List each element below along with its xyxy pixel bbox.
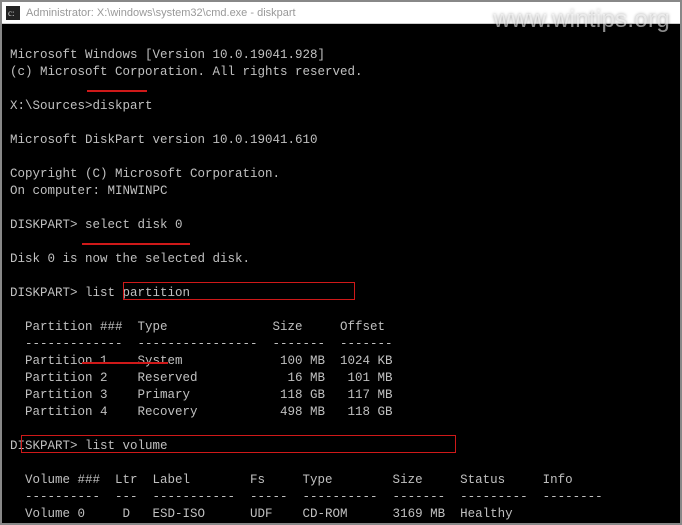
prompt-diskpart: DISKPART> — [10, 286, 85, 300]
partition-divider: ------------- ---------------- ------- -… — [10, 337, 393, 351]
table-row: Partition 3 Primary 118 GB 117 MB — [10, 388, 393, 402]
line-dpcopy: Copyright (C) Microsoft Corporation. — [10, 167, 280, 181]
cmd-select-disk: select disk 0 — [85, 218, 183, 232]
volume-header: Volume ### Ltr Label Fs Type Size Status… — [10, 473, 573, 487]
console-area[interactable]: Microsoft Windows [Version 10.0.19041.92… — [2, 24, 680, 523]
line-copyright: (c) Microsoft Corporation. All rights re… — [10, 65, 363, 79]
cmd-list-partition: list partition — [85, 286, 190, 300]
line-oncomputer: On computer: MINWINPC — [10, 184, 168, 198]
line-disk-selected: Disk 0 is now the selected disk. — [10, 252, 250, 266]
annotation-underline-listpartition — [82, 243, 190, 245]
annotation-underline-diskpart — [87, 90, 147, 92]
table-row: Partition 2 Reserved 16 MB 101 MB — [10, 371, 393, 385]
cmd-diskpart: diskpart — [93, 99, 153, 113]
table-row: Partition 1 System 100 MB 1024 KB — [10, 354, 393, 368]
prompt-sources: X:\Sources> — [10, 99, 93, 113]
table-row: Partition 4 Recovery 498 MB 118 GB — [10, 405, 393, 419]
line-dpver: Microsoft DiskPart version 10.0.19041.61… — [10, 133, 318, 147]
partition-header: Partition ### Type Size Offset — [10, 320, 385, 334]
volume-divider: ---------- --- ----------- ----- -------… — [10, 490, 603, 504]
line-winver: Microsoft Windows [Version 10.0.19041.92… — [10, 48, 325, 62]
prompt-diskpart: DISKPART> — [10, 218, 85, 232]
table-row: Volume 0 D ESD-ISO UDF CD-ROM 3169 MB He… — [10, 507, 513, 521]
cmd-icon: c: — [6, 6, 20, 20]
prompt-diskpart: DISKPART> — [10, 439, 85, 453]
window-title: Administrator: X:\windows\system32\cmd.e… — [26, 7, 296, 19]
svg-text:c:: c: — [8, 8, 15, 18]
cmd-window: c: Administrator: X:\windows\system32\cm… — [0, 0, 682, 525]
cmd-list-volume: list volume — [85, 439, 168, 453]
titlebar: c: Administrator: X:\windows\system32\cm… — [2, 2, 680, 24]
